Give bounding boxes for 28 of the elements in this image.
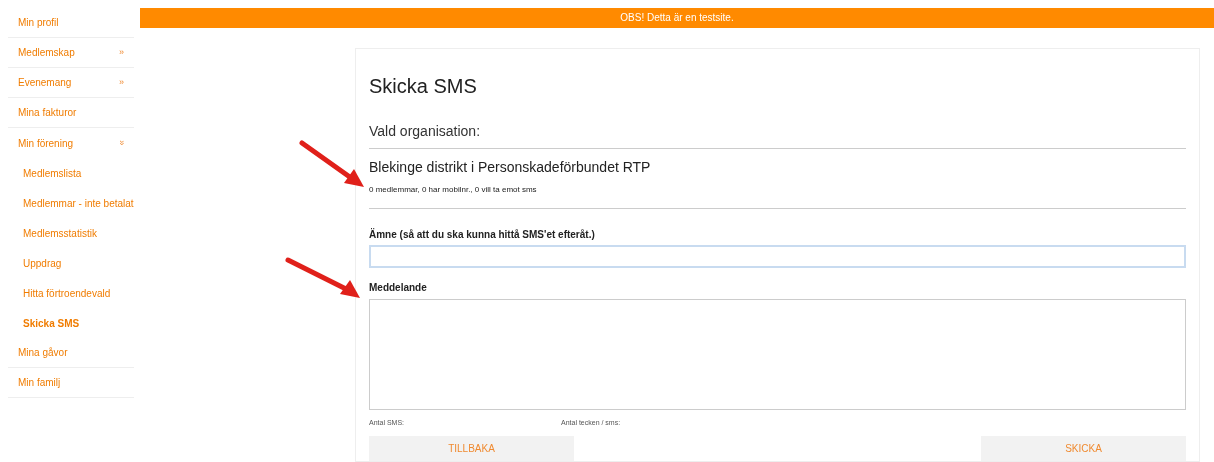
back-button[interactable]: TILLBAKA [369,436,574,461]
chevron-icon: » [114,140,129,146]
sidebar-item[interactable]: Evenemang » [8,68,134,98]
section-heading: Vald organisation: [369,121,482,141]
pointer-arrow [299,140,364,187]
subject-field[interactable] [369,244,1186,268]
chevron-icon: » [119,75,124,90]
sidebar-item[interactable]: Mina fakturor [8,98,134,128]
sidebar-item[interactable]: Mina gåvor [8,338,134,368]
sidebar-subitem[interactable]: Uppdrag [8,248,134,278]
sidebar-subitem[interactable]: Medlemslista [8,158,134,188]
organisation-name: Blekinge distrikt i Personskadeförbundet RTP [369,157,652,177]
sidebar-subitem[interactable]: Medlemmar - inte betalat [8,188,134,218]
sidebar-item[interactable]: Medlemskap » [8,38,134,68]
page-title: Skicka SMS [369,73,478,99]
test-site-banner: OBS! Detta är en testsite. [140,8,1214,28]
sidebar-subitem[interactable]: Hitta förtroendevald [8,278,134,308]
sidebar-item[interactable]: Min familj [8,368,134,398]
sidebar-subitem[interactable]: Medlemsstatistik [8,218,134,248]
send-button[interactable]: SKICKA [981,436,1186,461]
organisation-stats: 0 medlemmar, 0 har mobilnr., 0 vill ta emot sms [369,183,538,196]
sidebar-item[interactable]: Min profil [8,8,134,38]
sidebar-subitem[interactable]: Skicka SMS [8,308,134,338]
field-label: Ämne (så att du ska kunna hittå SMS'et efteråt.) [369,227,596,242]
sidebar-item[interactable]: Min förening » [8,128,134,158]
field-label: Meddelande [369,280,428,295]
message-field[interactable] [369,298,1186,410]
chevron-icon: » [119,45,124,60]
